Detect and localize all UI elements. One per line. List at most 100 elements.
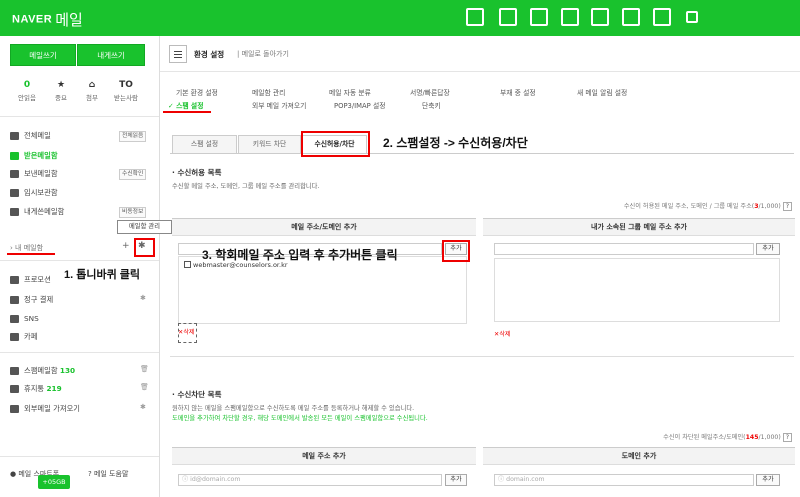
tab-signature[interactable]: 서명/빠른답장: [410, 87, 450, 97]
group-delete-button[interactable]: ✕삭제: [494, 329, 511, 338]
group-address-input[interactable]: [494, 243, 754, 255]
tab-basic[interactable]: 기본 환경 설정: [176, 87, 218, 97]
annotation-underline: [163, 111, 211, 113]
settings-icon[interactable]: ✱: [140, 403, 146, 411]
page-title: 환경 설정: [194, 50, 225, 59]
mark-all-read-button[interactable]: 전체읽음: [119, 131, 147, 142]
group-add-button[interactable]: 추가: [756, 243, 780, 255]
focus-outline: [178, 323, 197, 343]
cafe-icon: [10, 333, 19, 341]
help-icon[interactable]: ?: [782, 202, 792, 211]
tab-shortcut[interactable]: 단축키: [422, 100, 441, 110]
subtab-spam-settings[interactable]: 스팸 설정: [172, 135, 237, 154]
divider: [0, 352, 159, 353]
write-mail-button[interactable]: 메일쓰기: [10, 44, 76, 66]
folder-inbox[interactable]: 받은메일함: [10, 149, 58, 163]
quick-unread[interactable]: 0 안읽음: [11, 80, 43, 102]
tab-mailbox[interactable]: 메일함 관리: [252, 87, 285, 97]
settings-icon[interactable]: ✱: [140, 294, 146, 302]
quick-important[interactable]: ★ 중요: [45, 80, 77, 102]
tab-absence[interactable]: 부재 중 설정: [500, 87, 536, 97]
folder-billing[interactable]: 정구 결제: [10, 293, 53, 307]
recipient-label: 받는사람: [114, 94, 138, 102]
important-label: 중요: [55, 94, 67, 102]
trash-icon: [10, 385, 19, 393]
inbox-icon: [10, 152, 19, 160]
tab-autosort[interactable]: 메일 자동 분류: [329, 87, 371, 97]
mail-icon: [10, 132, 19, 140]
attachment-icon: ⌂: [88, 80, 96, 90]
block-right-header: 도메인 추가: [483, 447, 795, 465]
quick-recipient[interactable]: TO 받는사람: [110, 80, 142, 102]
allow-list-desc: 수신할 메일 주소, 도메인, 그룹 메일 주소를 관리합니다.: [172, 183, 320, 190]
quick-attachment[interactable]: ⌂ 첨부: [76, 80, 108, 102]
annotation-box-subtab: [301, 131, 370, 157]
back-to-mail-link[interactable]: | 메일로 돌아가기: [237, 49, 289, 59]
spam-icon: [10, 367, 19, 375]
write-self-button[interactable]: 내게쓰기: [77, 44, 145, 66]
block-address-input[interactable]: ⓘ id@domain.com: [178, 474, 442, 486]
annotation-step2: 2. 스팸설정 -> 수신허용/차단: [383, 136, 528, 150]
folder-self[interactable]: 내게쓴메일함: [10, 205, 64, 219]
grid-icon[interactable]: [622, 8, 640, 26]
block-count-info: 수신이 차단된 메일주소/도메인(145/1,000) ?: [663, 432, 792, 442]
folder-promotion[interactable]: 프로모션: [10, 273, 51, 287]
self-mail-button[interactable]: 비동정보: [119, 207, 147, 218]
subtab-keyword-block[interactable]: 키워드 차단: [238, 135, 301, 154]
checkbox[interactable]: [184, 261, 191, 268]
block-domain-add-button[interactable]: 추가: [756, 474, 780, 486]
bag-icon: [10, 276, 19, 284]
block-list-desc: 원하지 않는 메일을 스팸메일함으로 수신하도록 메일 주소를 등록하거나 해제…: [172, 405, 415, 412]
annotation-step3: 3. 학회메일 주소 입력 후 추가버튼 클릭: [202, 248, 398, 262]
folder-sns[interactable]: SNS: [10, 312, 39, 326]
self-mail-icon: [10, 208, 19, 216]
tab-external[interactable]: 외부 메일 가져오기: [252, 100, 306, 110]
contacts-icon[interactable]: [561, 8, 579, 26]
allow-left-header: 메일 주소/도메인 추가: [172, 218, 476, 236]
add-folder-icon[interactable]: +: [122, 241, 130, 251]
folder-cafe[interactable]: 카페: [10, 330, 37, 344]
import-icon: [10, 405, 19, 413]
unread-label: 안읽음: [18, 94, 36, 102]
attachment-label: 첨부: [86, 94, 98, 102]
tooltip-mailbox-manage: 메일함 관리: [117, 220, 172, 234]
menu-icon[interactable]: [169, 45, 187, 63]
star-icon: ★: [56, 80, 66, 90]
allow-count-info: 수신이 허용된 메일 주소, 도메인 / 그룹 메일 주소(3/1,000) ?: [624, 201, 792, 211]
mail-check-icon[interactable]: [466, 8, 484, 26]
divider: [0, 260, 159, 261]
folder-drafts[interactable]: 임시보관함: [10, 186, 58, 200]
more-icon[interactable]: [686, 11, 698, 23]
help-icon[interactable]: ?: [782, 433, 792, 442]
read-receipt-button[interactable]: 수신확인: [119, 169, 147, 180]
my-folder-toggle[interactable]: › 내 메일함: [10, 243, 43, 253]
annotation-step1: 1. 톱니바퀴 클릭: [64, 269, 141, 281]
tab-spam[interactable]: ✓ 스팸 설정: [168, 100, 203, 110]
annotation-underline: [7, 253, 55, 255]
folder-external[interactable]: 외부메일 가져오기: [10, 402, 80, 416]
block-add-button[interactable]: 추가: [445, 474, 467, 486]
allow-list-title: · 수신허용 목록: [172, 168, 222, 177]
folder-spam[interactable]: 스팸메일함 130: [10, 364, 75, 378]
tab-pop3[interactable]: POP3/IMAP 설정: [334, 100, 385, 110]
list-icon[interactable]: [530, 8, 548, 26]
naver-logo: NAVER: [12, 13, 53, 26]
mail-logo-text: 메일: [55, 12, 83, 29]
tab-notify[interactable]: 새 메일 알림 설정: [577, 87, 627, 97]
trash-empty-icon[interactable]: 🗑: [140, 365, 149, 373]
block-domain-input[interactable]: ⓘ domain.com: [494, 474, 754, 486]
folder-sent[interactable]: 보낸메일함: [10, 167, 58, 181]
block-list-title: · 수신차단 목록: [172, 390, 222, 399]
naver-mail-logo[interactable]: NAVER 메일: [12, 9, 83, 30]
help-link[interactable]: ? 메일 도움말: [88, 469, 128, 479]
trash-empty-icon[interactable]: 🗑: [140, 383, 149, 391]
divider: [0, 116, 159, 117]
annotation-box-add: [442, 240, 470, 262]
folder-all-mail[interactable]: 전체메일: [10, 129, 51, 143]
calendar-icon[interactable]: [499, 8, 517, 26]
home-icon[interactable]: [653, 8, 671, 26]
box-icon[interactable]: [591, 8, 609, 26]
folder-trash[interactable]: 휴지통 219: [10, 382, 62, 396]
divider: [0, 456, 159, 457]
settings-header: 환경 설정 | 메일로 돌아가기: [160, 36, 800, 72]
